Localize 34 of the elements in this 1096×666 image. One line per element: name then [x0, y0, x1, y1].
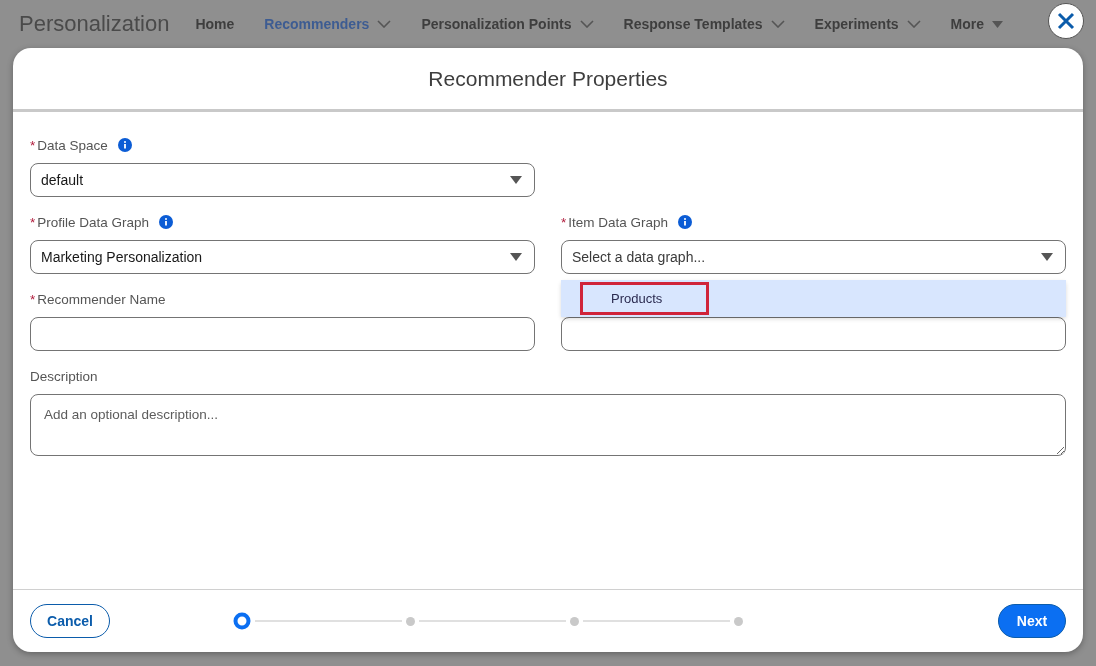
dropdown-option[interactable]: Products — [561, 280, 1066, 317]
select-field[interactable]: default — [30, 163, 535, 197]
text-field[interactable] — [561, 317, 1066, 351]
field-label: *Profile Data Graph — [30, 214, 150, 230]
description-field[interactable]: Add an optional description... — [30, 394, 1066, 456]
cancel-button[interactable]: Cancel — [30, 604, 110, 638]
info-icon[interactable] — [159, 215, 174, 229]
nav-tab[interactable]: Home — [195, 16, 235, 32]
nav-tab[interactable]: Response Templates — [623, 16, 785, 32]
field-label: *Item Data Graph — [561, 214, 669, 230]
caret-down-icon — [992, 20, 1004, 28]
close-icon — [1056, 11, 1076, 31]
app-title: Personalization — [19, 11, 170, 37]
nav-tab[interactable]: More — [950, 16, 1004, 32]
dropdown-caret-icon — [510, 176, 522, 184]
modal-title: Recommender Properties — [428, 66, 668, 91]
info-icon[interactable] — [117, 138, 132, 152]
dropdown-caret-icon — [1041, 253, 1053, 261]
select-field[interactable]: Select a data graph... — [561, 240, 1066, 274]
next-button[interactable]: Next — [998, 604, 1066, 638]
select-field[interactable]: Marketing Personalization — [30, 240, 535, 274]
nav-tab[interactable]: Experiments — [814, 16, 921, 32]
field-label: *Recommender Name — [30, 291, 166, 307]
dropdown-caret-icon — [510, 253, 522, 261]
chevron-down-icon — [579, 20, 594, 28]
chevron-down-icon — [906, 20, 921, 28]
info-icon[interactable] — [678, 215, 693, 229]
close-button[interactable] — [1048, 3, 1084, 39]
field-label: Description — [30, 368, 98, 384]
chevron-down-icon — [377, 20, 392, 28]
chevron-down-icon — [770, 20, 785, 28]
text-field[interactable] — [30, 317, 535, 351]
field-label: *Data Space — [30, 137, 108, 153]
nav-tab[interactable]: Personalization Points — [421, 16, 594, 32]
